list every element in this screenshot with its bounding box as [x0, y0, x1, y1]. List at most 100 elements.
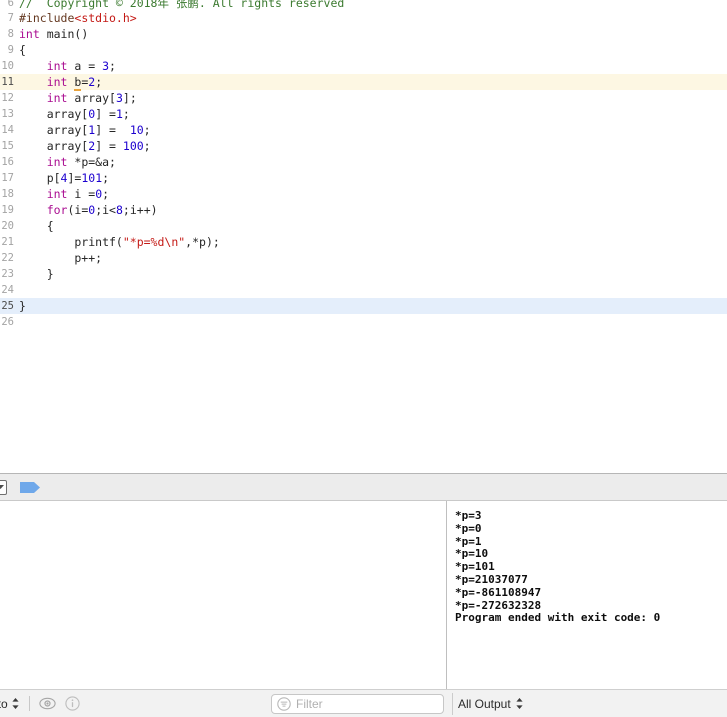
console-line: Program ended with exit code: 0 [455, 611, 661, 625]
code-line-text: for(i=0;i<8;i++) [17, 202, 727, 218]
console-line: *p=21037077 [455, 572, 528, 586]
eye-icon[interactable] [39, 697, 56, 710]
token-pln [19, 203, 47, 217]
code-line-text: int b=2; [17, 74, 727, 91]
token-num: 1 [115, 107, 123, 121]
code-line-text: int *p=&a; [17, 154, 727, 170]
token-pln: } [19, 267, 54, 281]
line-number: 19 [1, 204, 14, 216]
code-line-text: // Copyright © 2018年 张鹏. All rights rese… [17, 0, 727, 10]
info-icon[interactable] [65, 696, 80, 711]
token-pln: ; [95, 75, 103, 89]
token-pln: ]; [122, 91, 137, 105]
token-pln: ; [109, 59, 116, 73]
token-pln: { [19, 219, 54, 233]
token-pln [19, 155, 47, 169]
code-line[interactable]: 12 int array[3]; [0, 90, 727, 106]
line-number: 21 [1, 236, 14, 248]
token-kw: for [46, 203, 68, 217]
code-line-text: p++; [17, 250, 727, 266]
code-line-list[interactable]: 6 // Copyright © 2018年 张鹏. All rights res… [0, 0, 727, 330]
code-line[interactable]: 11 int b=2; [0, 74, 727, 91]
line-number: 10 [1, 60, 14, 72]
source-code-editor[interactable]: 6 // Copyright © 2018年 张鹏. All rights res… [0, 0, 727, 473]
line-number: 18 [1, 188, 14, 200]
line-number: 14 [1, 124, 14, 136]
token-pln: *p=&a; [67, 155, 116, 169]
console-output-view[interactable]: *p=3 *p=0 *p=1 *p=10 *p=101 *p=21037077 *p=-86… [447, 501, 727, 689]
code-line-text: #include<stdio.h> [17, 10, 727, 26]
scope-selector-label: uto [0, 696, 8, 711]
code-line[interactable]: 9{ [0, 42, 727, 58]
code-line-text: int main() [17, 26, 727, 42]
token-num: 10 [129, 123, 144, 137]
code-line[interactable]: 19 for(i=0;i<8;i++) [0, 202, 727, 218]
console-line: *p=0 [455, 521, 482, 535]
code-line-text: { [17, 42, 727, 58]
token-kw: int [46, 187, 68, 201]
token-pln: array[ [19, 139, 89, 153]
code-line[interactable]: 14 array[1] = 10; [0, 122, 727, 138]
token-pln: (i= [67, 203, 89, 217]
blue-flag-icon[interactable] [20, 481, 41, 494]
token-pln: array[ [19, 123, 89, 137]
code-line-text: int array[3]; [17, 90, 727, 106]
token-pln: a = [67, 59, 103, 73]
console-line: *p=3 [455, 509, 482, 522]
status-bar-separator-1 [28, 696, 30, 711]
token-num: 100 [122, 139, 144, 153]
code-line[interactable]: 26 [0, 314, 727, 330]
code-line[interactable]: 20 { [0, 218, 727, 234]
token-pln: array[ [19, 107, 89, 121]
code-line[interactable]: 15 array[2] = 100; [0, 138, 727, 154]
code-line[interactable]: 21 printf("*p=%d\n",*p); [0, 234, 727, 250]
code-line[interactable]: 10 int a = 3; [0, 58, 727, 74]
code-line[interactable]: 16 int *p=&a; [0, 154, 727, 170]
panel-toggle-icon [0, 484, 4, 489]
token-pln: ;i< [95, 203, 116, 217]
token-num: 3 [115, 91, 123, 105]
console-line: *p=-861108947 [455, 585, 542, 599]
line-number: 17 [1, 172, 14, 184]
token-cmt: // Copyright © 2018年 张鹏. All rights rese… [19, 0, 345, 10]
token-kw: int [46, 155, 68, 169]
status-bar-separator-2 [452, 692, 453, 715]
token-num: 8 [115, 203, 123, 217]
code-line[interactable]: 17 p[4]=101; [0, 170, 727, 186]
token-pln [19, 91, 47, 105]
code-line[interactable]: 13 array[0] =1; [0, 106, 727, 122]
output-scope-label: All Output [458, 696, 511, 711]
token-pln: ;i++) [122, 203, 158, 217]
code-line[interactable]: 24 [0, 282, 727, 298]
code-line[interactable]: 8 int main() [0, 26, 727, 42]
token-hdr: <stdio.h> [74, 11, 137, 25]
line-number: 13 [1, 108, 14, 120]
token-pln: p++; [19, 251, 103, 265]
code-line-text: } [17, 266, 727, 282]
output-scope-selector[interactable]: All Output [458, 697, 524, 711]
token-pln: ; [143, 123, 151, 137]
xcode-window: 6 // Copyright © 2018年 张鹏. All rights res… [0, 0, 727, 717]
code-line[interactable]: 7 #include<stdio.h> [0, 10, 727, 26]
token-pln: array[ [67, 91, 116, 105]
scope-selector[interactable]: uto [0, 697, 20, 711]
line-number: 11 [1, 76, 14, 88]
flag-shape [20, 481, 40, 493]
variables-view[interactable] [0, 501, 447, 689]
token-pln: } [19, 299, 26, 313]
hide-debug-panel-button[interactable] [0, 479, 7, 495]
code-line[interactable]: 22 p++; [0, 250, 727, 266]
code-line[interactable]: 25} [0, 298, 727, 314]
console-line-list: *p=3 *p=0 *p=1 *p=10 *p=101 *p=21037077 *p=-86… [455, 509, 727, 625]
code-line-text: int a = 3; [17, 58, 727, 74]
token-pln: ] = [95, 123, 130, 137]
console-filter-field[interactable]: Filter [271, 693, 444, 714]
code-line[interactable]: 23 } [0, 266, 727, 282]
code-line[interactable]: 18 int i =0; [0, 186, 727, 202]
code-line[interactable]: 6 // Copyright © 2018年 张鹏. All rights res… [0, 0, 727, 10]
filter-input[interactable]: Filter [296, 697, 323, 711]
token-pln: ; [102, 171, 110, 185]
token-pln [19, 187, 47, 201]
code-line-text: int i =0; [17, 186, 727, 202]
console-line: *p=10 [455, 547, 489, 561]
